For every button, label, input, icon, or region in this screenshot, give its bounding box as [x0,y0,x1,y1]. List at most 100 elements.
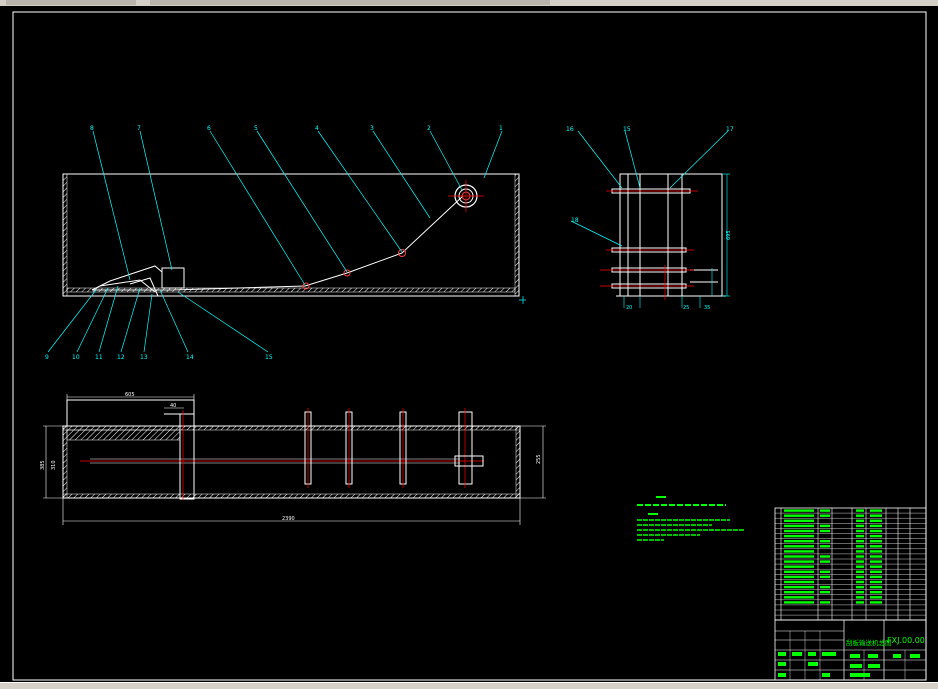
parts-list-cell-text [820,529,830,533]
dimension-text: 255 [536,454,542,464]
callouts-side-top: 8 7 6 5 4 3 2 1 [90,125,503,132]
dimension-text: 695 [726,230,732,240]
parts-list-cell-text [784,540,814,543]
callout-label: 18 [571,217,579,224]
parts-list-cell-text [820,591,830,594]
callout-label: 3 [370,125,374,132]
parts-list-cell-text [856,560,864,563]
callout-label: 4 [315,125,319,132]
callout-label: 17 [726,126,734,133]
parts-list [774,507,927,621]
parts-list-cell-text [784,580,814,584]
parts-list-cell-text [870,575,882,579]
leaders-side-top [92,130,503,286]
parts-list-cell-text [784,545,814,548]
parts-list-cell-text [870,509,882,512]
parts-list-cell-text [856,545,864,548]
parts-list-cell-text [784,534,814,538]
parts-list-cell-text [870,540,882,543]
parts-list-cell-text [870,585,882,589]
parts-list-cell-text [856,596,864,599]
parts-list-cell-text [820,514,830,517]
dimension-text: 40 [170,403,176,409]
parts-list-cell-text [870,524,882,528]
callout-label: 5 [254,125,258,132]
parts-list-cell-text [820,524,830,528]
parts-list-cell-text [870,570,882,573]
top-view [43,394,546,525]
parts-list-cell-text [820,555,830,558]
parts-list-cell-text [870,514,882,517]
parts-list-cell-text [784,585,814,589]
parts-list-cell-text [870,591,882,594]
drawing-frame [12,11,927,681]
drawing-number: FXJ.00.00 [887,636,925,645]
toolbar-segment[interactable] [6,0,136,5]
parts-list-cell-text [820,585,830,589]
parts-list-cell-text [820,509,830,512]
parts-list-cell-text [870,565,882,568]
dimension-text: 20 [626,305,632,311]
callout-label: 16 [566,126,574,133]
parts-list-cell-text [856,575,864,579]
toolbar-segment[interactable] [150,0,550,5]
parts-list-cell-text [856,550,864,553]
parts-list-cell-text [784,591,814,594]
parts-list-cell-text [856,580,864,584]
end-view [600,173,730,308]
parts-list-cell-text [784,529,814,533]
callout-label: 2 [427,125,431,132]
parts-list-cell-text [856,519,864,522]
parts-list-cell-text [870,545,882,548]
parts-list-cell-text [784,601,814,604]
callout-label: 12 [117,354,125,361]
side-view [62,173,526,304]
callouts-end: 16 15 17 18 [566,126,734,224]
parts-list-cell-text [870,555,882,558]
callout-label: 10 [72,354,80,361]
parts-list-cell-text [870,596,882,599]
callout-label: 6 [207,125,211,132]
parts-list-cell-text [856,570,864,573]
parts-list-cell-text [784,560,814,563]
drawing-title: 刮板输送机总图 [846,638,892,647]
parts-list-cell-text [856,591,864,594]
parts-list-cell-text [870,529,882,533]
title-block: 刮板输送机总图 FXJ.00.00 [774,619,927,681]
callout-label: 13 [140,354,148,361]
parts-list-cell-text [856,565,864,568]
parts-list-cell-text [856,509,864,512]
parts-list-cell-text [870,534,882,538]
parts-list-cell-text [870,519,882,522]
parts-list-cell-text [870,580,882,584]
dimension-text: 385 [40,460,46,470]
dimension-text: 35 [704,305,710,311]
parts-list-cell-text [784,555,814,558]
drawing-canvas[interactable]: 8 7 6 5 4 3 2 1 9 10 11 12 13 14 15 16 1… [0,6,938,682]
parts-list-cell-text [820,570,830,573]
parts-list-cell-text [856,601,864,604]
parts-list-cell-text [784,524,814,528]
cad-drawing: 8 7 6 5 4 3 2 1 9 10 11 12 13 14 15 16 1… [12,11,927,681]
parts-list-cell-text [784,550,814,553]
parts-list-cell-text [870,550,882,553]
parts-list-cell-text [784,509,814,512]
parts-list-cell-text [856,514,864,517]
parts-list-cell-text [820,560,830,563]
callouts-side-bottom: 9 10 11 12 13 14 15 [45,354,273,361]
dimension-text: 25 [683,305,689,311]
dimension-text: 2390 [282,516,295,522]
dims-end: 695 20 25 35 [626,230,732,311]
parts-list-cell-text [820,545,830,548]
parts-list-cell-text [870,601,882,604]
callout-label: 15 [265,354,273,361]
parts-list-cell-text [820,540,830,543]
parts-list-cell-text [784,570,814,573]
callout-label: 8 [90,125,94,132]
parts-list-cell-text [856,529,864,533]
parts-list-cell-text [856,555,864,558]
parts-list-cell-text [856,534,864,538]
dimension-text: 605 [125,392,135,398]
parts-list-cell-text [820,575,830,579]
callout-label: 14 [186,354,194,361]
